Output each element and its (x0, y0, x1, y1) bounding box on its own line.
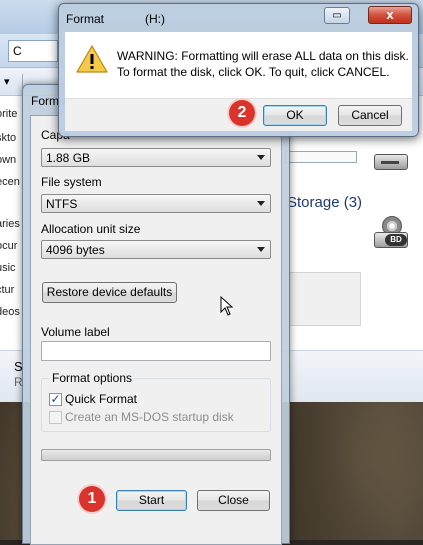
msdos-startup-checkbox[interactable] (49, 411, 62, 424)
close-icon[interactable]: x (368, 6, 412, 24)
address-bar[interactable]: C (8, 40, 58, 62)
filesystem-value: NTFS (46, 197, 78, 211)
format-options-group: Format options ✓ Quick Format Create an … (41, 371, 271, 432)
storage-group-heading: Storage (3) (287, 194, 363, 211)
drive-usage-bar (285, 151, 357, 163)
allocation-value: 4096 bytes (46, 243, 105, 257)
volume-label-input[interactable] (41, 341, 271, 361)
nav-item[interactable]: deos (0, 306, 20, 318)
capacity-value: 1.88 GB (46, 151, 91, 165)
chevron-down-icon[interactable]: ▾ (4, 75, 10, 88)
warning-dialog-drive: (H:) (145, 12, 165, 26)
quick-format-checkbox[interactable]: ✓ (49, 393, 62, 406)
filesystem-label: File system (41, 175, 102, 189)
msdos-startup-label: Create an MS-DOS startup disk (65, 410, 234, 424)
hard-drive-icon[interactable] (372, 146, 410, 178)
allocation-label: Allocation unit size (41, 222, 141, 236)
address-text: C (13, 44, 22, 58)
nav-item[interactable]: aries (0, 218, 20, 230)
mouse-pointer-icon (220, 296, 234, 316)
chevron-down-icon (257, 247, 265, 252)
format-dialog-client: Capa 1.88 GB File system NTFS Allocation… (30, 115, 282, 545)
restore-defaults-button[interactable]: Restore device defaults (42, 282, 177, 303)
nav-item[interactable]: ocur (0, 240, 17, 252)
chevron-down-icon (257, 155, 265, 160)
ok-button[interactable]: OK (263, 105, 327, 126)
allocation-select[interactable]: 4096 bytes (41, 240, 271, 259)
nav-item[interactable]: ecen (0, 176, 20, 188)
warning-dialog-title: Format (66, 12, 105, 26)
warning-message-line2: To format the disk, click OK. To quit, c… (117, 65, 390, 79)
step-2-annotation: 2 (229, 100, 255, 126)
capacity-select[interactable]: 1.88 GB (41, 148, 271, 167)
warning-dialog-body: WARNING: Formatting will erase ALL data … (65, 32, 412, 98)
start-button[interactable]: Start (116, 490, 187, 511)
chevron-down-icon (257, 201, 265, 206)
step-1-annotation: 1 (79, 486, 105, 512)
format-options-title: Format options (50, 371, 135, 385)
nav-item[interactable]: orite (0, 108, 17, 120)
volume-label-label: Volume label (41, 325, 110, 339)
nav-item[interactable]: own (0, 154, 16, 166)
cancel-button[interactable]: Cancel (338, 105, 402, 126)
nav-item[interactable]: usic (0, 262, 16, 274)
bd-drive-icon[interactable]: BD (372, 216, 410, 248)
nav-item[interactable]: skto (0, 132, 16, 144)
nav-item[interactable]: ctur (0, 284, 14, 296)
warning-icon (76, 45, 108, 73)
format-dialog: Forma Capa 1.88 GB File system NTFS Allo… (22, 84, 290, 545)
quick-format-label[interactable]: Quick Format (65, 392, 137, 406)
selected-drive-tile[interactable] (285, 272, 361, 326)
format-progress-bar (41, 449, 271, 461)
filesystem-select[interactable]: NTFS (41, 194, 271, 213)
warning-message-line1: WARNING: Formatting will erase ALL data … (117, 49, 409, 63)
restore-window-icon[interactable]: ▭ (324, 7, 350, 24)
close-button[interactable]: Close (197, 490, 270, 511)
